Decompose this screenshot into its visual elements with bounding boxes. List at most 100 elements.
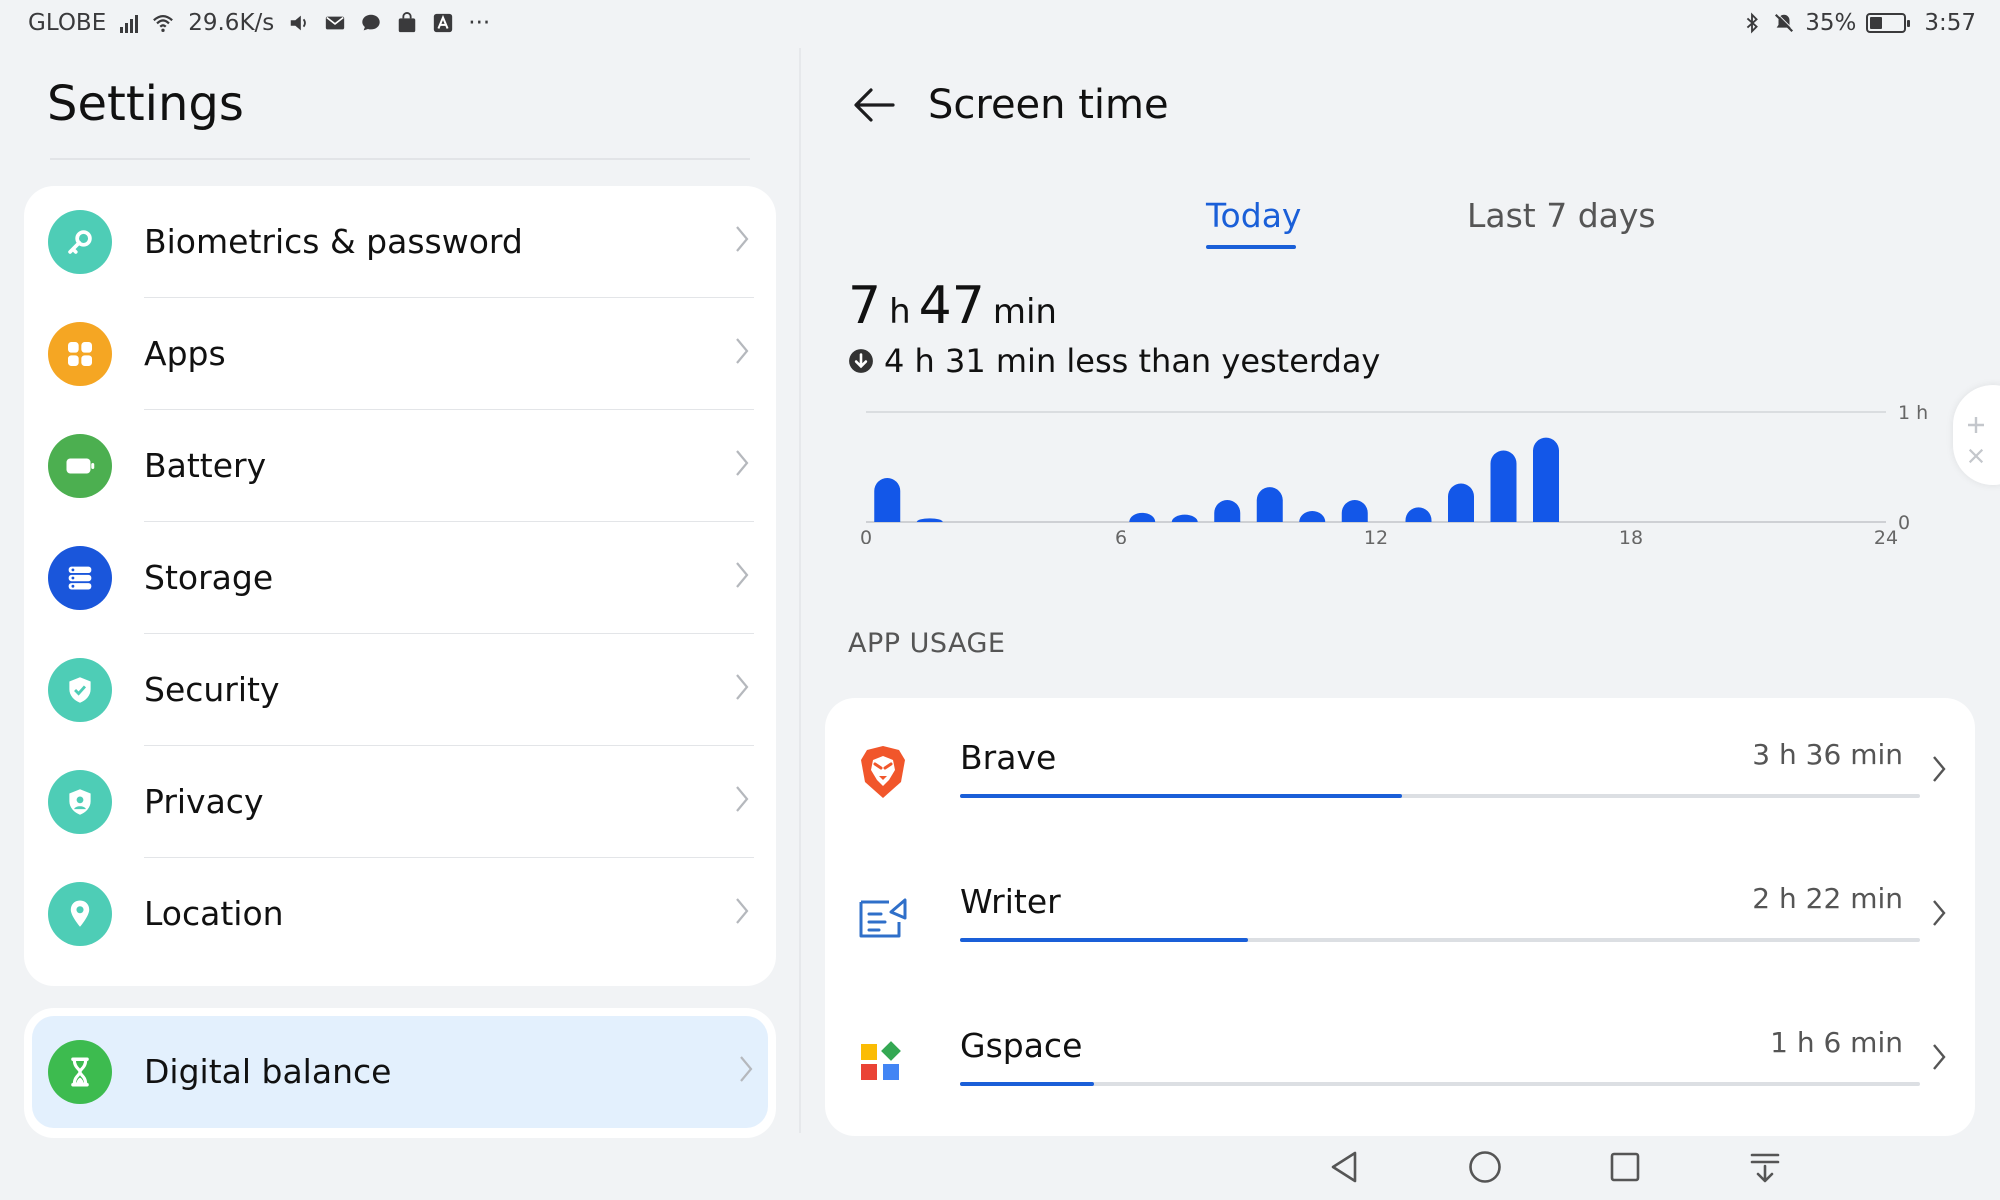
chart-bar — [1171, 514, 1198, 522]
carrier-name: GLOBE — [28, 10, 107, 36]
apps-grid-icon — [48, 322, 112, 386]
settings-item-label: Battery — [144, 446, 267, 485]
text-a-icon — [434, 13, 453, 33]
chart-bar — [1214, 500, 1241, 522]
bluetooth-icon — [1747, 12, 1759, 34]
comparison-row: 4 h 31 min less than yesterday — [848, 342, 1380, 380]
chart-bar — [874, 478, 901, 522]
chevron-right-icon — [740, 1056, 753, 1082]
hourglass-icon — [48, 1040, 112, 1104]
chart-x-tick-label: 18 — [1619, 527, 1643, 544]
settings-card: Biometrics & password Apps Battery Stora… — [24, 186, 776, 986]
usage-bar-fill — [960, 938, 1248, 942]
settings-item-label: Biometrics & password — [144, 222, 523, 261]
chevron-right-icon — [736, 562, 749, 588]
settings-item-battery[interactable]: Battery — [24, 410, 776, 522]
back-arrow-icon[interactable] — [849, 80, 899, 130]
usage-bar-fill — [960, 794, 1402, 798]
settings-item-label: Location — [144, 894, 284, 933]
tab-last-7-days[interactable]: Last 7 days — [1467, 196, 1656, 235]
chart-x-tick-label: 6 — [1115, 527, 1127, 544]
settings-item-storage[interactable]: Storage — [24, 522, 776, 634]
settings-item-security[interactable]: Security — [24, 634, 776, 746]
chevron-right-icon — [1933, 900, 1946, 926]
tab-today[interactable]: Today — [1206, 196, 1301, 235]
app-name: Gspace — [960, 1026, 1083, 1065]
settings-item-privacy[interactable]: Privacy — [24, 746, 776, 858]
chart-bar — [1533, 437, 1559, 522]
chart-bar — [1256, 487, 1283, 522]
total-screen-time: 7 h 47 min — [848, 276, 1065, 336]
more-notifications-icon: ··· — [468, 10, 491, 36]
screen-time-panel: Screen time Today Last 7 days 7 h 47 min 4 … — [801, 48, 2000, 1136]
minutes-unit: min — [992, 292, 1057, 332]
storage-icon — [48, 546, 112, 610]
settings-item-label: Privacy — [144, 782, 264, 821]
app-name: Brave — [960, 738, 1057, 777]
chart-bar — [1448, 483, 1474, 522]
chevron-right-icon — [736, 786, 749, 812]
title-divider — [50, 158, 750, 160]
total-hours: 7 — [848, 276, 882, 336]
chevron-right-icon — [1933, 1044, 1946, 1070]
plus-icon — [1968, 417, 1984, 433]
location-pin-icon — [48, 882, 112, 946]
nav-notification-shade-icon[interactable] — [1745, 1147, 1785, 1187]
hourly-usage-chart: 0 6 12 18 2401 h — [860, 402, 1928, 544]
chevron-right-icon — [736, 338, 749, 364]
settings-item-location[interactable]: Location — [24, 858, 776, 970]
clock: 3:57 — [1924, 10, 1976, 36]
app-time: 2 h 22 min — [1752, 882, 1903, 915]
usage-bar-track — [960, 1082, 1920, 1086]
chart-x-tick-label: 12 — [1364, 527, 1388, 544]
hours-unit: h — [889, 292, 911, 332]
app-usage-row-brave[interactable]: Brave 3 h 36 min — [825, 698, 1975, 842]
battery-status-icon — [1866, 13, 1911, 33]
chart-y-tick-label: 1 h — [1898, 402, 1928, 424]
gspace-icon — [861, 1041, 901, 1080]
chart-bar — [916, 518, 943, 522]
usage-bar-track — [960, 938, 1920, 942]
signal-strength-icon — [120, 13, 139, 33]
usage-bar-fill — [960, 1082, 1095, 1086]
app-time: 3 h 36 min — [1752, 738, 1903, 771]
status-bar: GLOBE 29.6K/s ··· 35% 3:57 — [0, 0, 2000, 48]
settings-item-label: Apps — [144, 334, 226, 373]
chart-bar — [1405, 507, 1432, 522]
chevron-right-icon — [736, 450, 749, 476]
chevron-right-icon — [736, 674, 749, 700]
chart-x-tick-label: 0 — [860, 527, 872, 544]
nav-back-icon[interactable] — [1325, 1147, 1365, 1187]
shopping-bag-icon — [399, 12, 416, 33]
battery-icon — [48, 434, 112, 498]
settings-item-biometrics[interactable]: Biometrics & password — [24, 186, 776, 298]
chevron-right-icon — [1933, 756, 1946, 782]
app-usage-row-gspace[interactable]: Gspace 1 h 6 min — [825, 986, 1975, 1130]
nav-home-icon[interactable] — [1465, 1147, 1505, 1187]
close-icon — [1968, 448, 1984, 464]
writer-icon — [859, 898, 907, 938]
shield-check-icon — [48, 658, 112, 722]
app-usage-header: APP USAGE — [848, 628, 1006, 659]
app-usage-row-writer[interactable]: Writer 2 h 22 min — [825, 842, 1975, 986]
navigation-bar — [0, 1133, 2000, 1200]
chart-y-tick-label: 0 — [1898, 512, 1910, 534]
settings-item-label: Digital balance — [144, 1052, 392, 1091]
settings-item-apps[interactable]: Apps — [24, 298, 776, 410]
settings-panel: Settings Biometrics & password Apps Batt… — [0, 48, 800, 1138]
key-icon — [48, 210, 112, 274]
total-minutes: 47 — [918, 276, 985, 336]
app-name: Writer — [960, 882, 1061, 921]
bell-muted-icon — [1775, 13, 1795, 33]
wifi-icon — [153, 15, 174, 32]
privacy-shield-icon — [48, 770, 112, 834]
chart-bar — [1129, 512, 1156, 522]
screen-time-title: Screen time — [928, 82, 1169, 128]
usage-bar-track — [960, 794, 1920, 798]
chart-bar — [1341, 500, 1368, 522]
comparison-text: 4 h 31 min less than yesterday — [884, 342, 1381, 380]
settings-item-label: Security — [144, 670, 280, 709]
settings-item-digital-balance[interactable]: Digital balance — [32, 1016, 768, 1128]
nav-recents-icon[interactable] — [1605, 1147, 1645, 1187]
network-speed: 29.6K/s — [188, 10, 275, 36]
